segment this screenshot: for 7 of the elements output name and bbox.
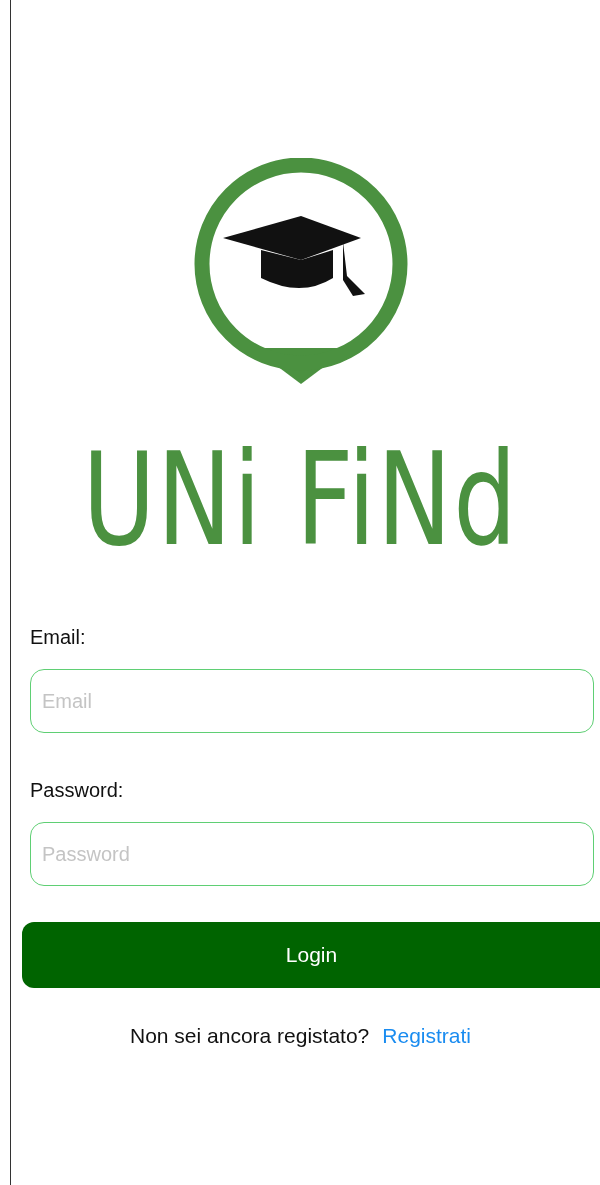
input-field[interactable]: Password (30, 822, 594, 886)
field-label: Email: (30, 626, 87, 649)
field-label: Password: (30, 779, 125, 802)
login-button[interactable]: Login (22, 922, 600, 988)
input-field[interactable]: Email (30, 669, 594, 733)
signup-prompt: Non sei ancora registato? (130, 1024, 370, 1048)
logo-wordmark: UNi FiNd (82, 436, 519, 564)
